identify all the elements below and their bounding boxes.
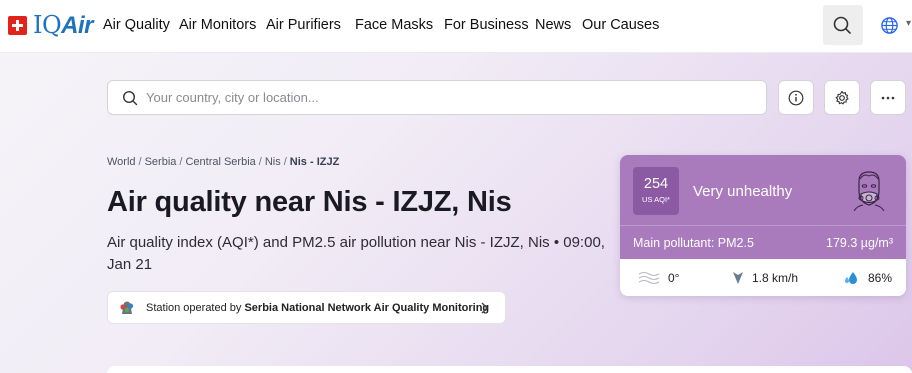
settings-button[interactable]: [824, 80, 860, 115]
breadcrumb-serbia[interactable]: Serbia: [145, 156, 177, 168]
aqi-unit: US AQI*: [642, 195, 670, 204]
aqi-card: 254 US AQI* Very unhealthy Main pollutan…: [620, 155, 906, 296]
chevron-down-icon[interactable]: ▾: [906, 18, 911, 29]
aqi-badge: 254 US AQI*: [633, 167, 679, 215]
chevron-right-icon: [481, 302, 488, 314]
swiss-flag-icon: [8, 16, 27, 35]
nav-air-monitors[interactable]: Air Monitors: [179, 17, 256, 33]
weather-haze-icon: [638, 271, 660, 285]
breadcrumb-world[interactable]: World: [107, 156, 136, 168]
location-search[interactable]: [107, 80, 767, 115]
humidity-droplet-icon: [845, 272, 857, 284]
nav-news[interactable]: News: [535, 17, 571, 33]
aqi-level: Very unhealthy: [693, 183, 793, 200]
top-navigation: IQAir Air Quality Air Monitors Air Purif…: [0, 0, 912, 53]
nav-our-causes[interactable]: Our Causes: [582, 17, 659, 33]
humidity: 86%: [844, 271, 892, 285]
info-button[interactable]: [778, 80, 814, 115]
weather-row: 0° 1.8 km/h 86%: [620, 259, 906, 296]
nav-air-quality[interactable]: Air Quality: [103, 17, 170, 33]
wind-direction-icon: [733, 272, 743, 284]
globe-icon[interactable]: [880, 16, 899, 35]
aqi-divider: [620, 225, 906, 226]
main-pollutant: Main pollutant: PM2.5: [633, 236, 754, 250]
gear-icon: [835, 90, 849, 104]
more-options-button[interactable]: [870, 80, 906, 115]
search-icon: [122, 90, 138, 105]
pollutant-concentration: 179.3 µg/m³: [826, 236, 893, 250]
breadcrumb-nis[interactable]: Nis: [265, 156, 281, 168]
gas-mask-face-icon: [853, 171, 885, 211]
aqi-card-header: 254 US AQI* Very unhealthy Main pollutan…: [620, 155, 906, 259]
station-operator-text: Station operated by Serbia National Netw…: [146, 301, 490, 314]
breadcrumb-current: Nis - IZJZ: [289, 156, 340, 168]
temperature: 0°: [638, 271, 679, 285]
nav-for-business[interactable]: For Business: [444, 17, 529, 33]
page-title: Air quality near Nis - IZJZ, Nis: [107, 186, 512, 218]
nav-face-masks[interactable]: Face Masks: [355, 17, 433, 33]
station-operator-link[interactable]: Station operated by Serbia National Netw…: [107, 291, 506, 324]
search-icon: [833, 16, 851, 34]
page-subtitle: Air quality index (AQI*) and PM2.5 air p…: [107, 234, 605, 273]
breadcrumb: World / Serbia / Central Serbia / Nis / Nis - IZ…: [107, 156, 340, 168]
logo-text: IQAir: [33, 11, 93, 39]
aqi-value: 254: [643, 176, 669, 192]
iqair-logo[interactable]: IQAir: [8, 13, 93, 38]
content-panel: [107, 366, 912, 373]
info-icon: [788, 90, 804, 105]
breadcrumb-central-serbia[interactable]: Central Serbia: [185, 156, 255, 168]
more-icon: [881, 96, 895, 99]
nav-air-purifiers[interactable]: Air Purifiers: [266, 17, 341, 33]
nav-search-button[interactable]: [823, 5, 863, 45]
search-input[interactable]: [146, 90, 726, 105]
station-logo-icon: [120, 301, 134, 314]
wind: 1.8 km/h: [732, 271, 798, 285]
